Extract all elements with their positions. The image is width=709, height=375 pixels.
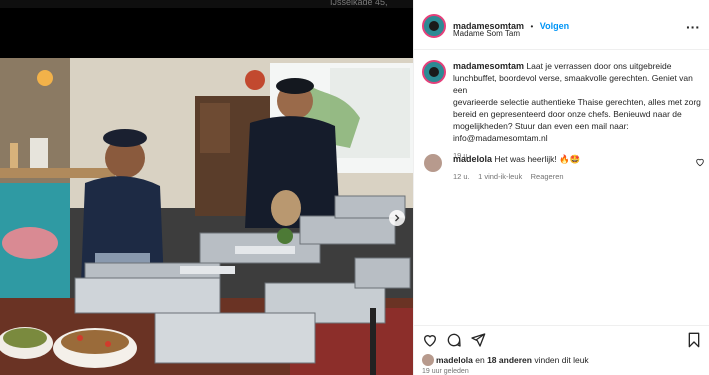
post-photo[interactable]: [0, 8, 413, 375]
action-bar: [414, 325, 709, 353]
commenter-avatar[interactable]: [424, 154, 442, 172]
author-avatar[interactable]: [422, 14, 446, 38]
share-icon[interactable]: [470, 332, 486, 348]
posted-time: 19 uur geleden: [422, 368, 469, 375]
follow-button[interactable]: Volgen: [540, 21, 569, 31]
likes-user[interactable]: madelola: [436, 355, 473, 365]
more-icon[interactable]: ···: [686, 19, 700, 35]
kitchen-buffet-image: [0, 8, 413, 375]
caption-line-5: mogelijkheden? Stuur dan even een mail n…: [453, 121, 629, 131]
comment-heart-icon[interactable]: [695, 157, 705, 167]
reply-button[interactable]: Reageren: [531, 172, 564, 181]
likes-and: en: [475, 355, 485, 365]
heart-icon[interactable]: [422, 332, 438, 348]
comment-text: Het was heerlijk!: [494, 154, 557, 164]
likes-suffix: vinden dit leuk: [534, 355, 589, 365]
author-subtitle: Madame Som Tam: [453, 29, 520, 38]
comment-meta: 12 u. 1 vind-ik-leuk Reageren: [453, 171, 580, 181]
caption-author[interactable]: madamesomtam: [453, 61, 524, 71]
comment-emojis: 🔥🤩: [559, 155, 581, 165]
top-strip: IJsselkade 45, Kampen: [0, 0, 413, 17]
caption-line-3: gevarieerde selectie authentieke Thaise …: [453, 97, 701, 107]
caption-avatar[interactable]: [422, 60, 446, 84]
next-image-button[interactable]: [389, 210, 405, 226]
comment-item: madelola Het was heerlijk! 🔥🤩 12 u. 1 vi…: [453, 154, 580, 181]
comment-likes[interactable]: 1 vind-ik-leuk: [478, 172, 522, 181]
post-header: madamesomtam • Volgen Madame Som Tam ···: [414, 0, 709, 50]
post-caption: madamesomtam Laat je verrassen door ons …: [453, 60, 705, 162]
likes-others[interactable]: 18 anderen: [487, 355, 532, 365]
comment-author[interactable]: madelola: [453, 154, 492, 164]
separator-dot: •: [530, 22, 534, 31]
caption-line-6: info@madamesomtam.nl: [453, 133, 548, 143]
caption-line-4: bereid en gepresenteerd door onze chefs.…: [453, 109, 682, 119]
post-side-panel: madamesomtam • Volgen Madame Som Tam ···…: [413, 0, 709, 375]
comment-icon[interactable]: [446, 332, 462, 348]
likes-summary: madelola en 18 anderen vinden dit leuk: [436, 355, 589, 365]
instagram-post-view: IJsselkade 45, Kampen: [0, 0, 709, 375]
likes-avatar[interactable]: [422, 354, 434, 366]
caption-line-2: lunchbuffet, boordevol verse, smaakvolle…: [453, 73, 693, 95]
bookmark-icon[interactable]: [687, 332, 701, 348]
caption-line-1: Laat je verrassen door ons uitgebreide: [526, 61, 672, 71]
comment-age: 12 u.: [453, 172, 470, 181]
chevron-right-icon: [395, 214, 400, 222]
